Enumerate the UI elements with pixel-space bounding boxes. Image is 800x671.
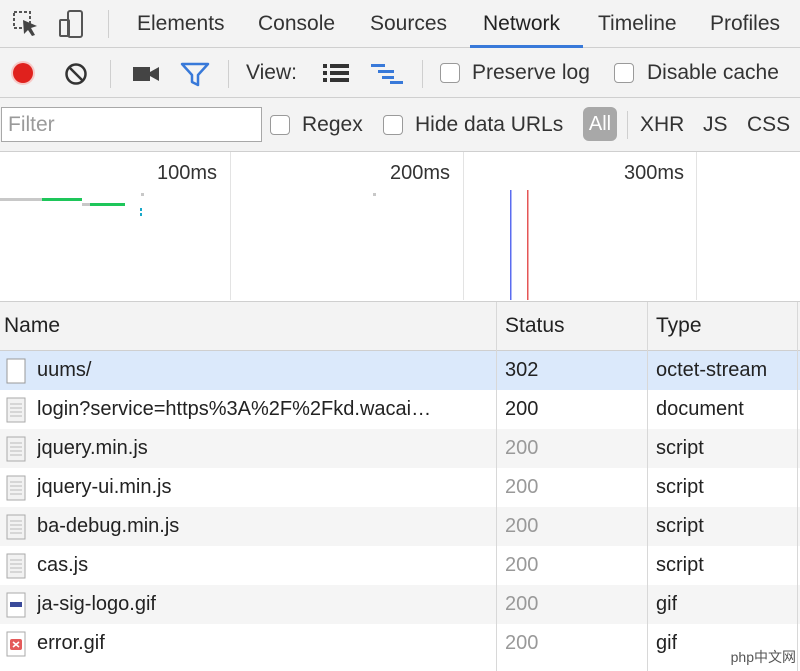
column-divider[interactable] bbox=[647, 302, 648, 671]
request-type: gif bbox=[656, 632, 678, 654]
file-icon bbox=[6, 358, 26, 384]
table-row[interactable]: jquery.min.js 200 script bbox=[0, 429, 800, 468]
script-file-icon bbox=[6, 475, 26, 501]
load-event-line bbox=[527, 190, 529, 300]
request-type: script bbox=[656, 515, 704, 537]
request-type: octet-stream bbox=[656, 359, 768, 381]
large-request-rows-icon[interactable] bbox=[322, 62, 350, 84]
filter-funnel-icon[interactable] bbox=[180, 62, 210, 88]
toolbar-divider bbox=[228, 60, 229, 88]
type-filter-all[interactable]: All bbox=[583, 107, 617, 141]
request-type: script bbox=[656, 437, 704, 459]
column-divider[interactable] bbox=[797, 302, 798, 671]
overview-dot bbox=[140, 208, 142, 211]
request-name: login?service=https%3A%2F%2Fkd.wacai… bbox=[37, 398, 432, 420]
regex-label: Regex bbox=[302, 113, 363, 136]
screenshot-camera-icon[interactable] bbox=[132, 64, 160, 84]
type-filter-js[interactable]: JS bbox=[703, 113, 728, 137]
preserve-log-label: Preserve log bbox=[472, 61, 590, 84]
request-name: jquery-ui.min.js bbox=[37, 476, 172, 498]
view-label: View: bbox=[246, 61, 297, 84]
request-name: ba-debug.min.js bbox=[37, 515, 180, 537]
tab-timeline[interactable]: Timeline bbox=[598, 0, 677, 47]
table-header: Name Status Type bbox=[0, 302, 800, 351]
request-status: 200 bbox=[505, 632, 539, 654]
regex-checkbox[interactable] bbox=[270, 115, 290, 135]
column-header-type[interactable]: Type bbox=[656, 302, 702, 350]
request-name: jquery.min.js bbox=[37, 437, 148, 459]
column-header-name[interactable]: Name bbox=[4, 302, 60, 350]
watermark-logo: php中文网 bbox=[730, 649, 796, 665]
overview-waterfall-icon[interactable] bbox=[370, 62, 404, 84]
column-divider[interactable] bbox=[496, 302, 497, 671]
request-name: cas.js bbox=[37, 554, 89, 576]
request-status: 200 bbox=[505, 476, 539, 498]
overview-bar-download bbox=[42, 198, 82, 201]
toolbar-divider bbox=[110, 60, 111, 88]
overview-dot bbox=[373, 193, 376, 196]
toolbar-divider bbox=[627, 111, 628, 139]
table-row[interactable]: cas.js 200 script bbox=[0, 546, 800, 585]
filter-bar: Regex Hide data URLs XHR JS CSS bbox=[0, 98, 800, 152]
tab-network[interactable]: Network bbox=[483, 0, 560, 47]
toolbar-divider bbox=[422, 60, 423, 88]
record-icon[interactable] bbox=[10, 60, 36, 86]
request-type: document bbox=[656, 398, 744, 420]
toolbar-divider bbox=[108, 10, 109, 38]
request-type: script bbox=[656, 476, 704, 498]
timeline-overview[interactable]: 100ms 200ms 300ms bbox=[0, 152, 800, 302]
tab-sources[interactable]: Sources bbox=[370, 0, 447, 47]
overview-bars bbox=[0, 190, 529, 300]
hide-data-urls-checkbox[interactable] bbox=[383, 115, 403, 135]
overview-bar-waiting bbox=[0, 198, 42, 201]
preserve-log-checkbox[interactable] bbox=[440, 63, 460, 83]
document-icon bbox=[6, 397, 26, 423]
overview-bar-download bbox=[90, 203, 125, 206]
hide-data-urls-label: Hide data URLs bbox=[415, 113, 564, 136]
requests-table: Name Status Type uums/ 302 octet-stream … bbox=[0, 302, 800, 671]
request-status: 200 bbox=[505, 515, 539, 537]
type-filter-css[interactable]: CSS bbox=[747, 113, 790, 137]
script-file-icon bbox=[6, 436, 26, 462]
overview-dot bbox=[140, 213, 142, 216]
table-row[interactable]: ba-debug.min.js 200 script bbox=[0, 507, 800, 546]
script-file-icon bbox=[6, 514, 26, 540]
table-row[interactable]: login?service=https%3A%2F%2Fkd.wacai… 20… bbox=[0, 390, 800, 429]
script-file-icon bbox=[6, 553, 26, 579]
table-row[interactable]: ja-sig-logo.gif 200 gif bbox=[0, 585, 800, 624]
overview-dot bbox=[141, 193, 144, 196]
devtools-tab-bar: Elements Console Sources Network Timelin… bbox=[0, 0, 800, 48]
image-thumbnail-icon bbox=[6, 592, 26, 618]
request-status: 200 bbox=[505, 554, 539, 576]
request-status: 200 bbox=[505, 398, 539, 420]
filter-input[interactable] bbox=[1, 107, 262, 142]
disable-cache-label: Disable cache bbox=[647, 61, 779, 84]
request-type: script bbox=[656, 554, 704, 576]
request-status: 200 bbox=[505, 437, 539, 459]
device-mode-icon[interactable] bbox=[56, 8, 88, 40]
inspect-element-icon[interactable] bbox=[10, 8, 42, 40]
dom-content-loaded-line bbox=[510, 190, 512, 300]
tab-elements[interactable]: Elements bbox=[137, 0, 225, 47]
type-filter-xhr[interactable]: XHR bbox=[640, 113, 684, 137]
error-image-icon bbox=[6, 631, 26, 657]
request-status: 302 bbox=[505, 359, 539, 381]
column-header-status[interactable]: Status bbox=[505, 302, 565, 350]
tab-console[interactable]: Console bbox=[258, 0, 335, 47]
table-row[interactable]: jquery-ui.min.js 200 script bbox=[0, 468, 800, 507]
request-name: uums/ bbox=[37, 359, 92, 381]
disable-cache-checkbox[interactable] bbox=[614, 63, 634, 83]
table-row[interactable]: error.gif 200 gif bbox=[0, 624, 800, 663]
tab-profiles[interactable]: Profiles bbox=[710, 0, 780, 47]
network-toolbar: View: Preserve log Disable cache bbox=[0, 48, 800, 98]
overview-bar-waiting bbox=[82, 203, 90, 206]
request-name: error.gif bbox=[37, 632, 105, 654]
clear-icon[interactable] bbox=[64, 62, 88, 86]
request-type: gif bbox=[656, 593, 678, 615]
table-row[interactable]: uums/ 302 octet-stream bbox=[0, 351, 800, 390]
request-name: ja-sig-logo.gif bbox=[37, 593, 156, 615]
request-status: 200 bbox=[505, 593, 539, 615]
